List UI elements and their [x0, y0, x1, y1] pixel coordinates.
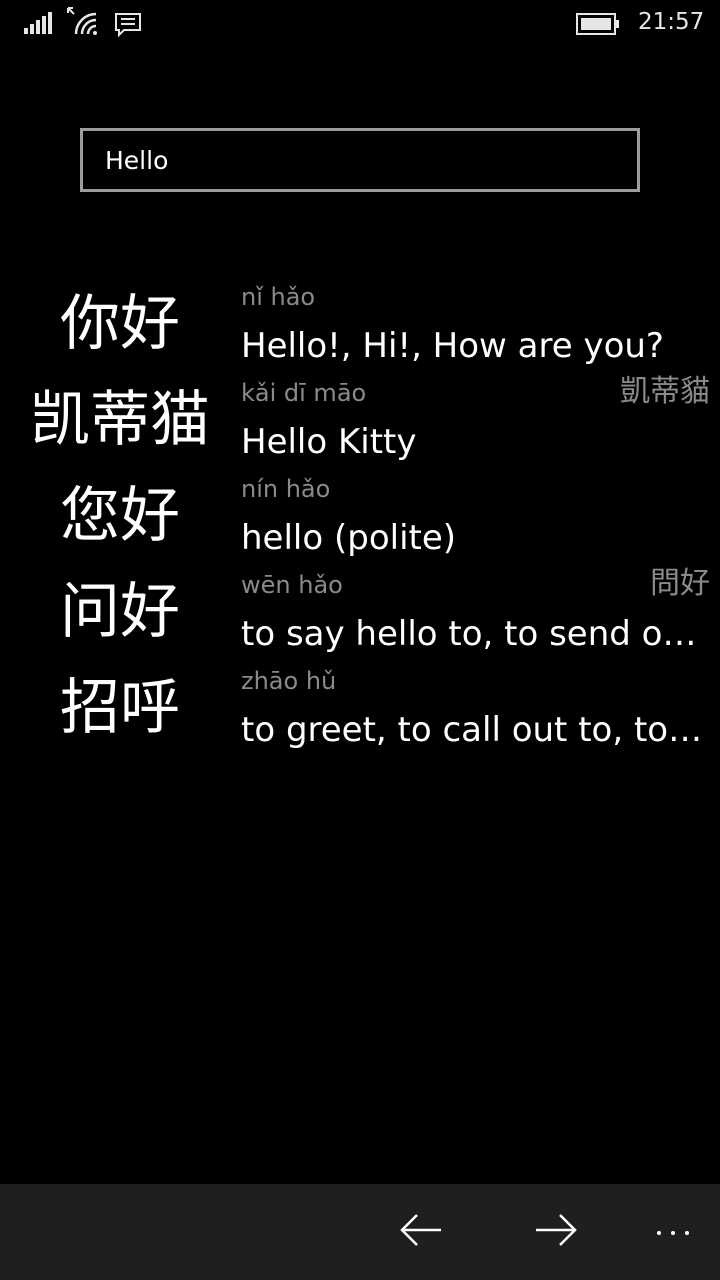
wifi-icon: [66, 6, 102, 40]
more-icon: [653, 1223, 693, 1242]
result-pinyin: kǎi dī māo: [241, 379, 367, 407]
more-button[interactable]: [648, 1208, 698, 1256]
result-traditional: 問好: [650, 566, 710, 601]
result-meaning: Hello Kitty: [241, 422, 417, 462]
back-button[interactable]: [396, 1208, 446, 1256]
result-meaning: to greet, to call out to, to notify: [241, 710, 711, 750]
result-pinyin: zhāo hǔ: [241, 667, 337, 695]
list-item[interactable]: 您好 nín hǎo hello (polite): [0, 468, 720, 564]
search-input[interactable]: [83, 131, 637, 189]
result-hanzi: 你好: [60, 289, 180, 359]
status-bar: 21:57: [0, 0, 720, 48]
list-item[interactable]: 你好 nǐ hǎo Hello!, Hi!, How are you?: [0, 276, 720, 372]
result-meaning: Hello!, Hi!, How are you?: [241, 326, 664, 366]
forward-arrow-icon: [534, 1212, 578, 1252]
list-item[interactable]: 问好 wēn hǎo 問好 to say hello to, to send o…: [0, 564, 720, 660]
app-bar: [0, 1184, 720, 1280]
search-box[interactable]: [80, 128, 640, 192]
list-item[interactable]: 凯蒂猫 kǎi dī māo 凱蒂貓 Hello Kitty: [0, 372, 720, 468]
result-traditional: 凱蒂貓: [620, 374, 710, 409]
result-hanzi: 招呼: [60, 673, 180, 743]
message-icon: [114, 12, 142, 42]
result-pinyin: nǐ hǎo: [241, 283, 316, 311]
result-pinyin: wēn hǎo: [241, 571, 343, 599]
result-pinyin: nín hǎo: [241, 475, 331, 503]
signal-strength-icon: [24, 12, 56, 38]
status-time: 21:57: [638, 9, 705, 35]
result-meaning: hello (polite): [241, 518, 457, 558]
result-hanzi: 凯蒂猫: [30, 385, 210, 455]
result-meaning: to say hello to, to send one's regards t…: [241, 614, 711, 654]
forward-button[interactable]: [531, 1208, 581, 1256]
battery-icon: [576, 13, 620, 39]
list-item[interactable]: 招呼 zhāo hǔ to greet, to call out to, to …: [0, 660, 720, 756]
result-hanzi: 您好: [60, 481, 180, 551]
back-arrow-icon: [399, 1212, 443, 1252]
results-list: 你好 nǐ hǎo Hello!, Hi!, How are you? 凯蒂猫 …: [0, 276, 720, 756]
result-hanzi: 问好: [60, 577, 180, 647]
